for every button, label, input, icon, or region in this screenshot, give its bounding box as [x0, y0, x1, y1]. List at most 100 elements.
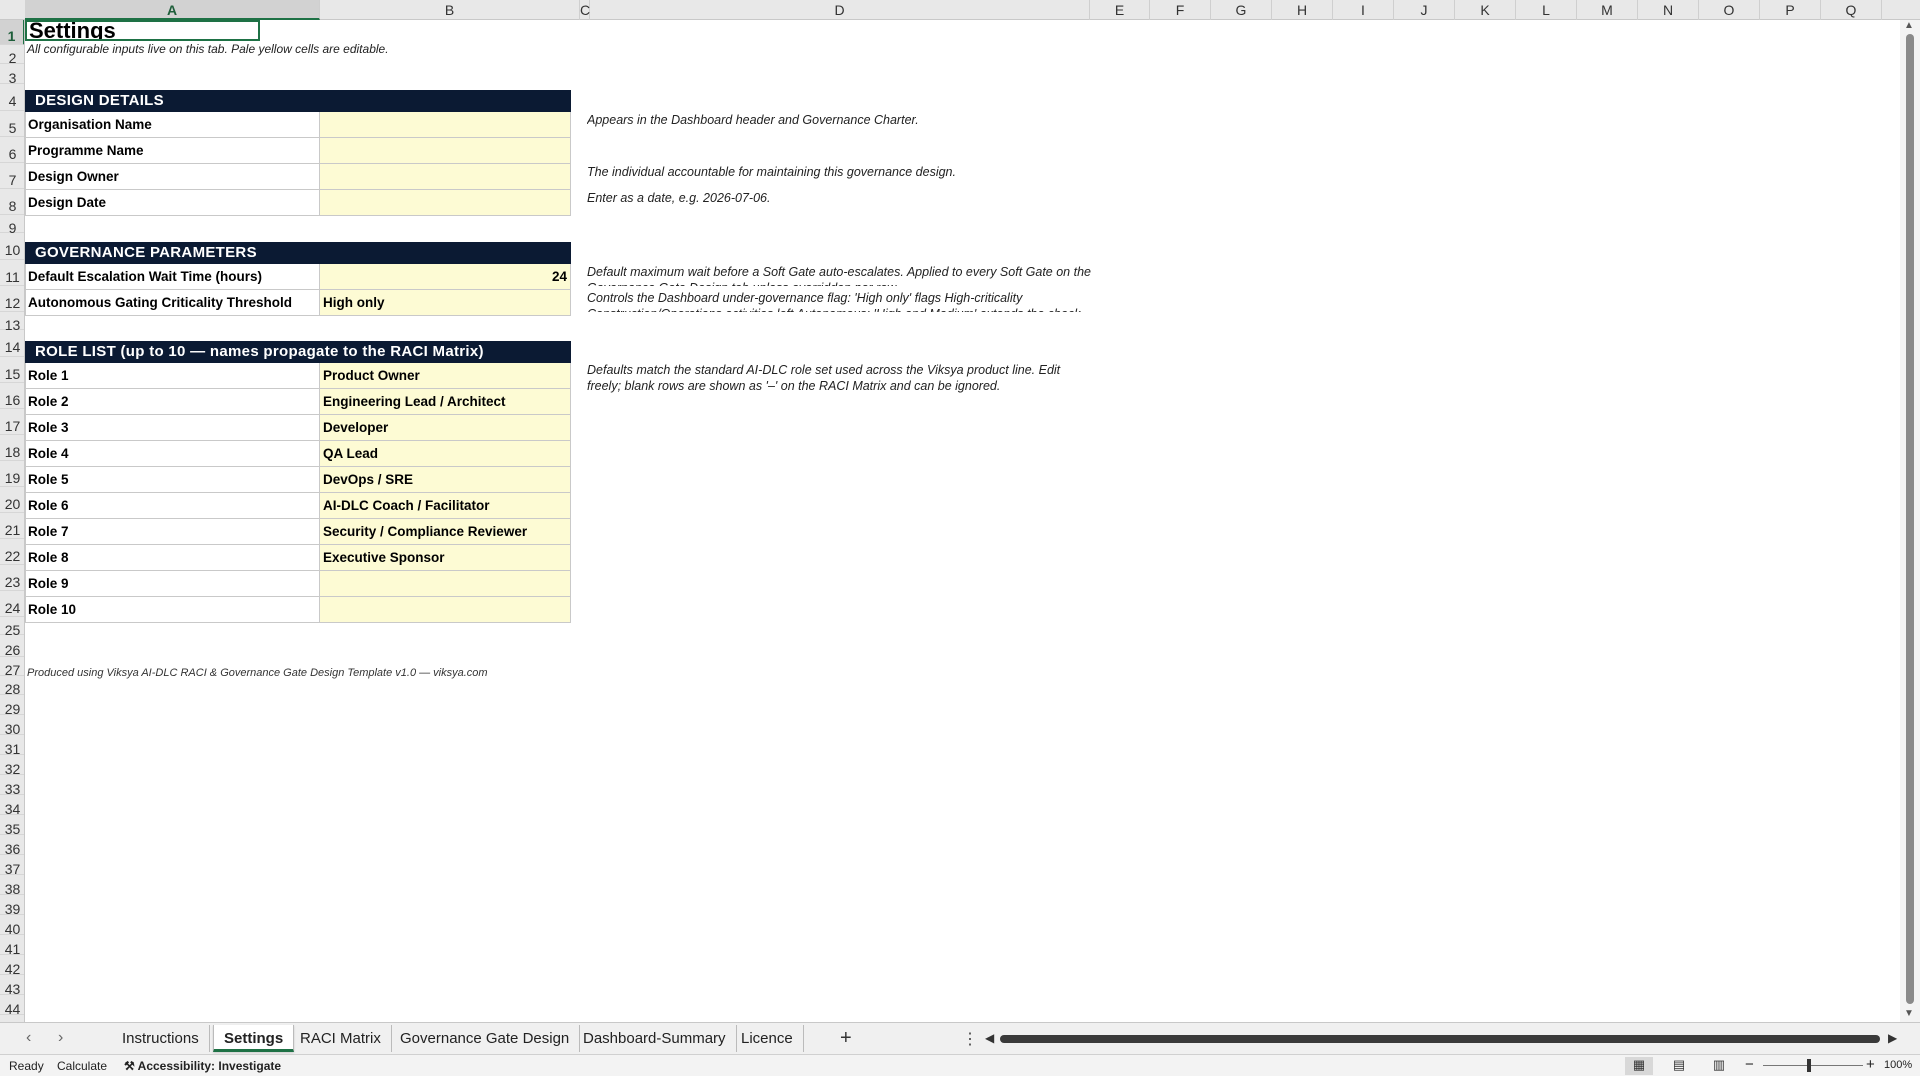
chevron-right-icon[interactable]: ›	[58, 1029, 63, 1047]
row-header-44[interactable]: 44	[0, 995, 24, 1017]
row-header-43[interactable]: 43	[0, 975, 24, 997]
vertical-scrollbar[interactable]: ▲ ▼	[1900, 20, 1920, 1022]
row-header-1[interactable]: 1	[0, 20, 24, 45]
row-header-42[interactable]: 42	[0, 955, 24, 977]
role-row-input[interactable]: Executive Sponsor	[320, 545, 571, 571]
row-header-26[interactable]: 26	[0, 635, 24, 658]
scroll-right-icon[interactable]: ▶	[1888, 1031, 1897, 1045]
sheet-tab-settings[interactable]: Settings	[213, 1025, 295, 1052]
role-row-input[interactable]	[320, 597, 571, 623]
normal-view-button[interactable]: ▦	[1625, 1057, 1653, 1075]
row-header-31[interactable]: 31	[0, 735, 24, 757]
role-row-input[interactable]: QA Lead	[320, 441, 571, 467]
row-header-3[interactable]: 3	[0, 64, 24, 86]
row-header-7[interactable]: 7	[0, 163, 24, 189]
row-header-13[interactable]: 13	[0, 312, 24, 333]
row-header-32[interactable]: 32	[0, 755, 24, 777]
row-header-38[interactable]: 38	[0, 875, 24, 897]
sheet-tab-governance-gate-design[interactable]: Governance Gate Design	[390, 1025, 581, 1052]
role-row-input[interactable]: DevOps / SRE	[320, 467, 571, 493]
role-row-input[interactable]: Developer	[320, 415, 571, 441]
row-header-19[interactable]: 19	[0, 461, 24, 487]
design-field-input[interactable]	[320, 190, 571, 216]
column-header-f[interactable]: F	[1150, 0, 1211, 20]
design-field-input[interactable]	[320, 112, 571, 138]
page-layout-button[interactable]: ▤	[1665, 1057, 1693, 1075]
row-header-41[interactable]: 41	[0, 935, 24, 957]
zoom-out-icon[interactable]: −	[1745, 1056, 1754, 1073]
row-header-25[interactable]: 25	[0, 617, 24, 638]
row-header-30[interactable]: 30	[0, 715, 24, 737]
horizontal-scrollbar[interactable]: ◀ ▶	[985, 1031, 1900, 1047]
zoom-slider[interactable]	[1763, 1065, 1863, 1066]
row-header-18[interactable]: 18	[0, 435, 24, 461]
column-header-d[interactable]: D	[590, 0, 1090, 20]
scroll-down-icon[interactable]: ▼	[1904, 1008, 1914, 1019]
plus-icon[interactable]: +	[840, 1027, 852, 1050]
row-header-17[interactable]: 17	[0, 409, 24, 435]
more-vertical-icon[interactable]: ⋮	[962, 1029, 978, 1049]
horizontal-scroll-thumb[interactable]	[1000, 1035, 1880, 1043]
sheet-title-cell[interactable]: Settings	[25, 20, 260, 41]
row-header-16[interactable]: 16	[0, 383, 24, 409]
row-header-20[interactable]: 20	[0, 487, 24, 513]
row-header-14[interactable]: 14	[0, 330, 24, 357]
page-break-preview-button[interactable]: ▥	[1705, 1057, 1733, 1075]
governance-field-input[interactable]: High only	[320, 290, 571, 316]
row-header-36[interactable]: 36	[0, 835, 24, 857]
design-field-input[interactable]	[320, 164, 571, 190]
row-header-4[interactable]: 4	[0, 84, 24, 111]
sheet-tab-dashboard-summary[interactable]: Dashboard-Summary	[573, 1025, 737, 1052]
column-header-m[interactable]: M	[1577, 0, 1638, 20]
column-header-q[interactable]: Q	[1821, 0, 1882, 20]
row-header-6[interactable]: 6	[0, 137, 24, 163]
chevron-left-icon[interactable]: ‹	[26, 1029, 31, 1047]
calculate-button[interactable]: Calculate	[57, 1059, 107, 1073]
row-header-35[interactable]: 35	[0, 815, 24, 837]
role-row-input[interactable]: Security / Compliance Reviewer	[320, 519, 571, 545]
row-header-29[interactable]: 29	[0, 695, 24, 717]
column-header-h[interactable]: H	[1272, 0, 1333, 20]
zoom-level[interactable]: 100%	[1884, 1059, 1912, 1071]
sheet-tab-licence[interactable]: Licence	[731, 1025, 804, 1052]
column-header-i[interactable]: I	[1333, 0, 1394, 20]
column-header-k[interactable]: K	[1455, 0, 1516, 20]
row-header-40[interactable]: 40	[0, 915, 24, 937]
sheet-tab-instructions[interactable]: Instructions	[112, 1025, 210, 1052]
column-header-c[interactable]: C	[580, 0, 590, 20]
column-header-e[interactable]: E	[1090, 0, 1150, 20]
column-header-p[interactable]: P	[1760, 0, 1821, 20]
design-field-input[interactable]	[320, 138, 571, 164]
row-header-33[interactable]: 33	[0, 775, 24, 797]
row-header-37[interactable]: 37	[0, 855, 24, 877]
row-header-21[interactable]: 21	[0, 513, 24, 539]
accessibility-status[interactable]: ⚒ Accessibility: Investigate	[124, 1059, 281, 1073]
sheet-tab-raci-matrix[interactable]: RACI Matrix	[290, 1025, 392, 1052]
role-row-input[interactable]: Product Owner	[320, 363, 571, 389]
role-row-input[interactable]: AI-DLC Coach / Facilitator	[320, 493, 571, 519]
column-header-j[interactable]: J	[1394, 0, 1455, 20]
column-header-o[interactable]: O	[1699, 0, 1760, 20]
column-header-l[interactable]: L	[1516, 0, 1577, 20]
sheet-grid[interactable]: Settings All configurable inputs live on…	[25, 20, 1900, 1022]
vertical-scroll-thumb[interactable]	[1906, 34, 1914, 1004]
row-header-10[interactable]: 10	[0, 233, 24, 260]
row-header-23[interactable]: 23	[0, 565, 24, 591]
row-header-12[interactable]: 12	[0, 286, 24, 312]
row-header-9[interactable]: 9	[0, 215, 24, 236]
zoom-slider-thumb[interactable]	[1807, 1059, 1811, 1072]
row-header-34[interactable]: 34	[0, 795, 24, 817]
column-header-b[interactable]: B	[320, 0, 580, 20]
row-header-27[interactable]: 27	[0, 657, 24, 678]
row-header-15[interactable]: 15	[0, 357, 24, 383]
row-header-8[interactable]: 8	[0, 189, 24, 215]
row-header-24[interactable]: 24	[0, 591, 24, 617]
row-header-11[interactable]: 11	[0, 260, 24, 286]
role-row-input[interactable]	[320, 571, 571, 597]
row-header-22[interactable]: 22	[0, 539, 24, 565]
zoom-in-icon[interactable]: +	[1866, 1056, 1875, 1073]
row-header-2[interactable]: 2	[0, 45, 24, 66]
row-header-28[interactable]: 28	[0, 676, 24, 697]
row-header-5[interactable]: 5	[0, 111, 24, 137]
governance-field-input[interactable]: 24	[320, 264, 571, 290]
